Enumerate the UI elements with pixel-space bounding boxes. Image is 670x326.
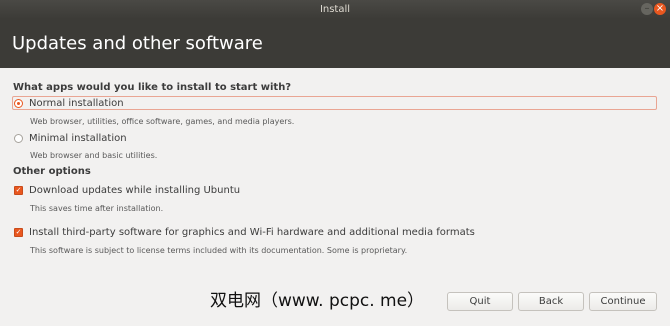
download-updates-description: This saves time after installation. — [30, 204, 164, 213]
third-party-software-description: This software is subject to license term… — [30, 246, 408, 255]
download-updates-option[interactable]: ✓ Download updates while installing Ubun… — [14, 185, 240, 196]
normal-installation-description: Web browser, utilities, office software,… — [30, 117, 295, 126]
other-options-title: Other options — [13, 166, 91, 177]
minimal-installation-option[interactable]: Minimal installation — [14, 133, 127, 144]
radio-unselected-icon[interactable] — [14, 134, 23, 143]
install-question-label: What apps would you like to install to s… — [13, 82, 292, 93]
radio-selected-icon[interactable] — [14, 99, 23, 108]
third-party-software-label: Install third-party software for graphic… — [29, 227, 475, 238]
minimize-icon[interactable]: – — [641, 3, 653, 15]
close-icon[interactable]: × — [654, 3, 666, 15]
watermark-text: 双电网（www. pcpc. me） — [210, 291, 425, 311]
main-content: What apps would you like to install to s… — [0, 68, 670, 326]
normal-installation-label: Normal installation — [29, 98, 124, 109]
download-updates-label: Download updates while installing Ubuntu — [29, 185, 241, 196]
checkbox-checked-icon[interactable]: ✓ — [14, 228, 23, 237]
minimal-installation-label: Minimal installation — [29, 133, 127, 144]
window-title: Install — [319, 4, 351, 15]
page-title: Updates and other software — [12, 33, 263, 54]
checkbox-checked-icon[interactable]: ✓ — [14, 186, 23, 195]
window-titlebar: Install – × — [0, 0, 670, 19]
quit-button[interactable]: Quit — [447, 292, 513, 311]
normal-installation-option[interactable]: Normal installation — [14, 98, 124, 109]
third-party-software-option[interactable]: ✓ Install third-party software for graph… — [14, 227, 475, 238]
minimal-installation-description: Web browser and basic utilities. — [30, 151, 158, 160]
continue-button[interactable]: Continue — [589, 292, 657, 311]
page-header: Updates and other software — [0, 19, 670, 68]
back-button[interactable]: Back — [518, 292, 584, 311]
